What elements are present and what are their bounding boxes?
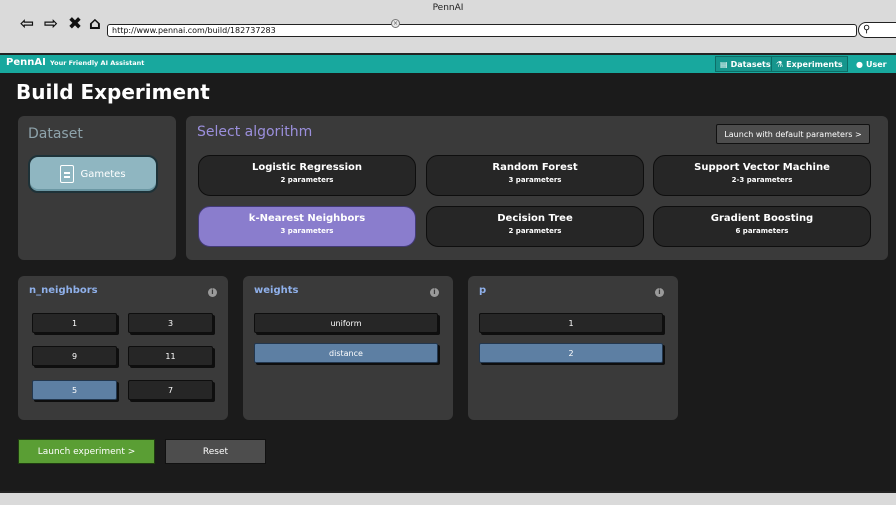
window-title: PennAI [432, 3, 464, 13]
forward-arrow-icon[interactable]: ⇨ [41, 14, 61, 34]
dataset-card-gametes[interactable]: Gametes [28, 155, 158, 193]
algo-random-forest[interactable]: Random Forest 3 parameters [426, 155, 644, 196]
algo-logistic-regression[interactable]: Logistic Regression 2 parameters [198, 155, 416, 196]
nav-experiments[interactable]: ⚗ Experiments [771, 56, 848, 72]
algorithm-panel-title: Select algorithm [197, 124, 313, 140]
option-button[interactable]: 7 [128, 380, 213, 400]
algo-name: Logistic Regression [251, 162, 363, 173]
nav-datasets-label: Datasets [730, 59, 771, 69]
algo-name: k-Nearest Neighbors [248, 213, 366, 224]
app-header: PennAI Your Friendly AI Assistant ▤ Data… [0, 55, 896, 73]
url-knob-icon: × [391, 19, 400, 28]
param-panel-n-neighbors: n_neighbors i 1 3 9 11 5 7 [18, 276, 228, 420]
info-icon[interactable]: i [208, 288, 217, 297]
algo-params: 2 parameters [508, 227, 562, 235]
brand-tagline: Your Friendly AI Assistant [50, 59, 145, 67]
user-icon: ● [856, 59, 863, 69]
algo-name: Decision Tree [497, 213, 573, 224]
option-button-selected[interactable]: distance [254, 343, 438, 363]
info-icon[interactable]: i [655, 288, 664, 297]
option-button-selected[interactable]: 5 [32, 380, 117, 400]
algo-params: 3 parameters [280, 227, 334, 235]
dataset-panel-title: Dataset [28, 126, 83, 142]
document-icon [60, 165, 75, 183]
nav-experiments-label: Experiments [786, 59, 843, 69]
url-bar[interactable]: http://www.pennai.com/build/182737283 [107, 24, 857, 37]
back-arrow-icon[interactable]: ⇦ [17, 14, 37, 34]
nav-user[interactable]: ● User [852, 56, 891, 72]
search-icon: ⚲ [863, 24, 871, 35]
launch-experiment-button[interactable]: Launch experiment > [18, 439, 155, 464]
page-title: Build Experiment [16, 80, 210, 104]
info-icon[interactable]: i [430, 288, 439, 297]
option-button[interactable]: 9 [32, 346, 117, 366]
option-button[interactable]: 1 [32, 313, 117, 333]
home-icon[interactable]: ⌂ [85, 14, 105, 34]
option-button[interactable]: 1 [479, 313, 663, 333]
algo-name: Gradient Boosting [710, 213, 814, 224]
algo-params: 2 parameters [280, 176, 334, 184]
algo-support-vector-machine[interactable]: Support Vector Machine 2-3 parameters [653, 155, 871, 196]
option-button[interactable]: 11 [128, 346, 213, 366]
algo-name: Random Forest [492, 162, 578, 173]
dataset-name: Gametes [80, 168, 126, 180]
algo-name: Support Vector Machine [694, 162, 830, 173]
reset-button[interactable]: Reset [165, 439, 266, 464]
algo-k-nearest-neighbors[interactable]: k-Nearest Neighbors 3 parameters [198, 206, 416, 247]
browser-chrome: PennAI ⇦ ⇨ ✖ ⌂ http://www.pennai.com/bui… [0, 0, 896, 55]
option-button[interactable]: 3 [128, 313, 213, 333]
param-title: weights [254, 285, 299, 296]
param-panel-p: p i 1 2 [468, 276, 678, 420]
algo-params: 2-3 parameters [731, 176, 793, 184]
algo-params: 6 parameters [735, 227, 789, 235]
option-button[interactable]: uniform [254, 313, 438, 333]
flask-icon: ⚗ [776, 59, 784, 69]
option-button-selected[interactable]: 2 [479, 343, 663, 363]
param-title: p [479, 285, 487, 296]
browser-status-bar [0, 491, 896, 505]
algo-gradient-boosting[interactable]: Gradient Boosting 6 parameters [653, 206, 871, 247]
search-field[interactable]: ⚲ [858, 22, 896, 38]
close-icon[interactable]: ✖ [65, 14, 85, 34]
document-icon: ▤ [720, 59, 728, 69]
brand-name[interactable]: PennAI [6, 57, 46, 68]
param-title: n_neighbors [29, 285, 98, 296]
launch-default-button[interactable]: Launch with default parameters > [716, 124, 870, 144]
nav-user-label: User [865, 59, 887, 69]
algo-params: 3 parameters [508, 176, 562, 184]
param-panel-weights: weights i uniform distance [243, 276, 453, 420]
algo-decision-tree[interactable]: Decision Tree 2 parameters [426, 206, 644, 247]
nav-datasets[interactable]: ▤ Datasets [715, 56, 776, 72]
